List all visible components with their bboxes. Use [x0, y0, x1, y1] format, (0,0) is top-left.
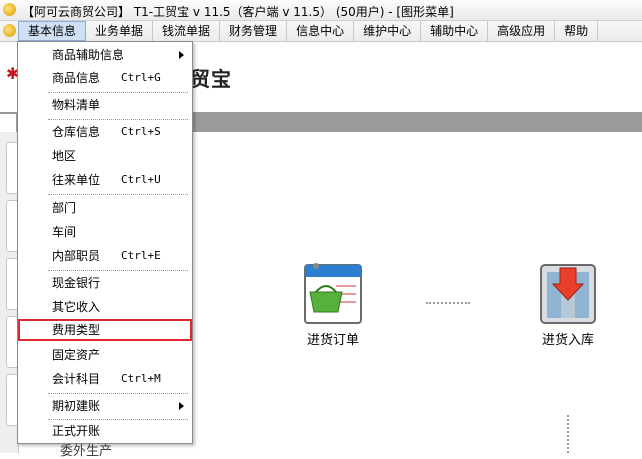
menu-item-cash-bank[interactable]: 现金银行	[18, 272, 192, 294]
flow-connector	[567, 415, 569, 453]
menu-bar: 基本信息 业务单据 钱流单据 财务管理 信息中心 维护中心 辅助中心 高级应用 …	[0, 21, 642, 42]
menu-item-product-aux[interactable]: 商品辅助信息	[18, 44, 192, 66]
flow-node-purchase-order[interactable]: 进货订单	[298, 262, 368, 348]
menu-item-warehouse[interactable]: 仓库信息 Ctrl+S	[18, 121, 192, 143]
menu-item-bom[interactable]: 物料清单	[18, 94, 192, 116]
flow-node-warehouse-inbound[interactable]: 进货入库	[533, 262, 603, 348]
submenu-arrow-icon	[179, 51, 184, 59]
menu-item-workshop[interactable]: 车间	[18, 221, 192, 243]
title-bar: 【阿可云商贸公司】 T1-工贸宝 v 11.5（客户端 v 11.5） (50用…	[0, 0, 642, 21]
flow-connector	[426, 302, 470, 304]
menu-assist[interactable]: 辅助中心	[421, 21, 489, 41]
menu-separator	[48, 270, 188, 271]
menu-item-expense-type[interactable]: 费用类型	[18, 319, 192, 341]
menu-info-center[interactable]: 信息中心	[287, 21, 355, 41]
menu-item-department[interactable]: 部门	[18, 197, 192, 219]
menu-item-partner[interactable]: 往来单位 Ctrl+U	[18, 169, 192, 191]
app-menu-icon[interactable]	[3, 24, 16, 37]
submenu-arrow-icon	[179, 402, 184, 410]
menu-separator	[48, 194, 188, 195]
flow-node-label: 进货入库	[541, 333, 594, 348]
menu-finance[interactable]: 财务管理	[220, 21, 288, 41]
flow-node-label: 进货订单	[306, 333, 359, 348]
menu-item-other-income[interactable]: 其它收入	[18, 296, 192, 318]
menu-item-region[interactable]: 地区	[18, 145, 192, 167]
menu-help[interactable]: 帮助	[555, 21, 599, 41]
brand-logo-text: 贸宝	[190, 67, 232, 91]
purchase-order-icon	[304, 263, 362, 324]
window-title: 【阿可云商贸公司】 T1-工贸宝 v 11.5（客户端 v 11.5） (50用…	[22, 5, 454, 19]
warehouse-inbound-icon	[540, 264, 596, 324]
menu-business-docs[interactable]: 业务单据	[86, 21, 154, 41]
menu-item-formal-open[interactable]: 正式开账	[18, 420, 192, 442]
menu-item-fixed-assets[interactable]: 固定资产	[18, 344, 192, 366]
basic-info-dropdown: 商品辅助信息 商品信息 Ctrl+G 物料清单 仓库信息 Ctrl+S 地区 往…	[17, 41, 193, 444]
app-icon	[3, 3, 16, 16]
menu-item-staff[interactable]: 内部职员 Ctrl+E	[18, 245, 192, 267]
tab-handle[interactable]	[0, 114, 16, 132]
menu-cash-docs[interactable]: 钱流单据	[153, 21, 221, 41]
menu-separator	[48, 393, 188, 394]
menu-advanced[interactable]: 高级应用	[488, 21, 556, 41]
menu-item-account-subject[interactable]: 会计科目 Ctrl+M	[18, 368, 192, 390]
menu-basic-info[interactable]: 基本信息	[18, 21, 87, 41]
menu-separator	[48, 119, 188, 120]
menu-maintenance[interactable]: 维护中心	[354, 21, 422, 41]
menu-item-product-info[interactable]: 商品信息 Ctrl+G	[18, 67, 192, 89]
menu-separator	[48, 92, 188, 93]
menu-item-opening-books[interactable]: 期初建账	[18, 395, 192, 417]
